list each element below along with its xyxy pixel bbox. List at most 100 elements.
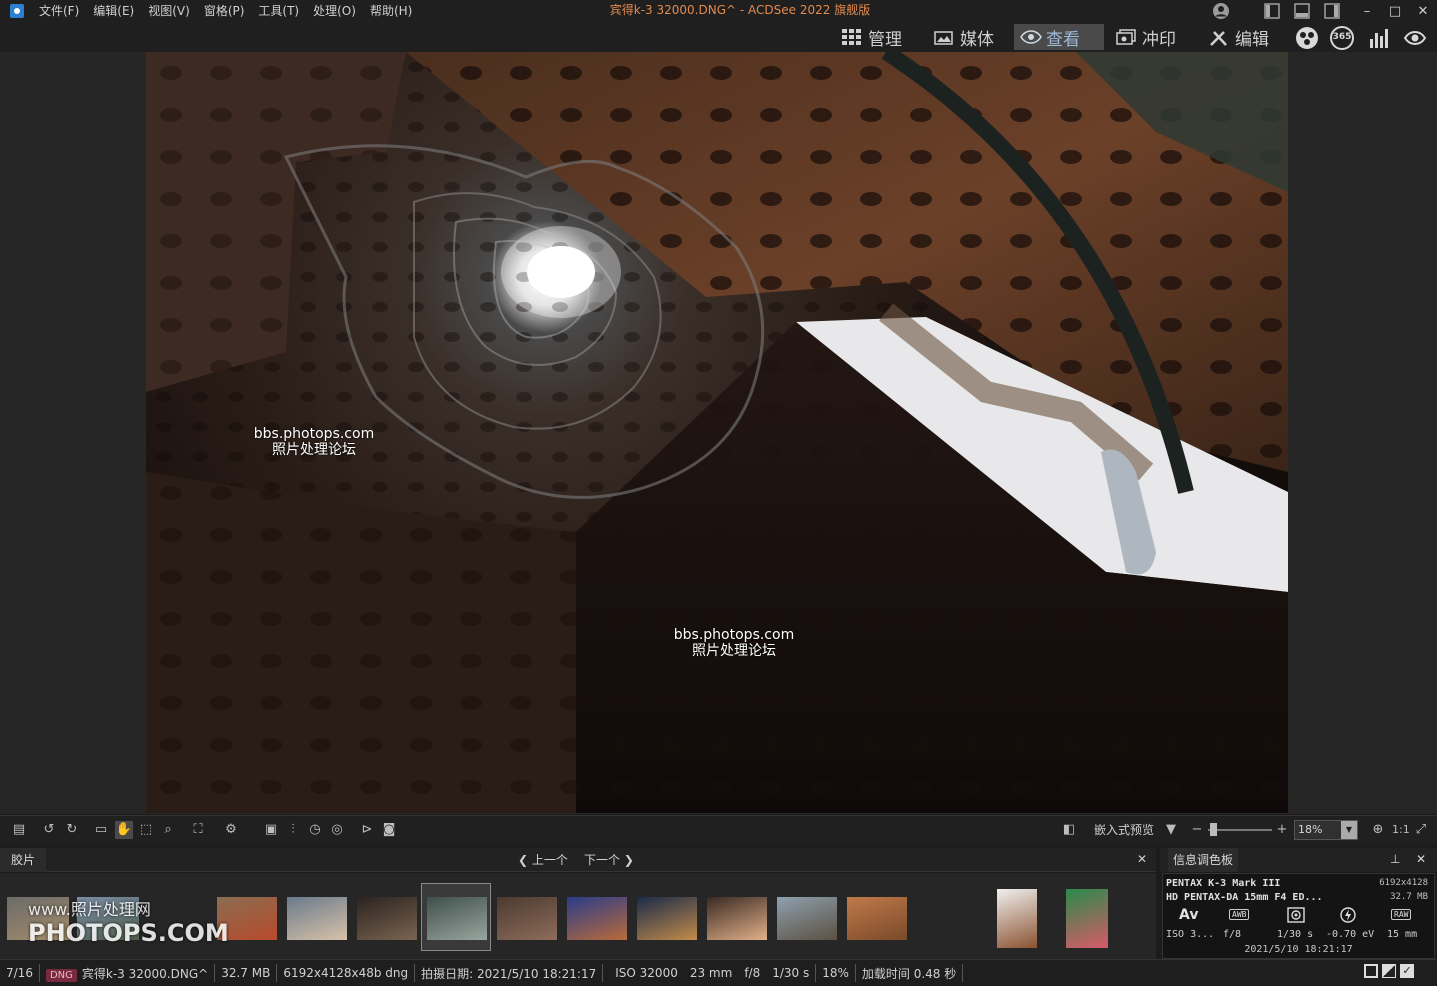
close-button[interactable]: ✕	[1409, 4, 1437, 19]
mode-media[interactable]: 媒体	[928, 24, 1004, 50]
filmstrip-thumbnail[interactable]	[427, 897, 487, 940]
prev-button[interactable]: ❮ 上一个	[518, 852, 568, 868]
split-view-icon[interactable]: ◧	[1060, 821, 1078, 839]
menu-pane[interactable]: 窗格(P)	[197, 0, 252, 22]
check-icon[interactable]: ✓	[1400, 964, 1414, 978]
maximize-button[interactable]: □	[1381, 4, 1409, 19]
status-file: DNG 宾得k-3 32000.DNG^	[40, 965, 214, 982]
layout-right-icon[interactable]	[1323, 2, 1341, 20]
filmstrip-thumbnail[interactable]	[1066, 889, 1108, 948]
mode-develop[interactable]: 冲印	[1110, 24, 1186, 50]
rotate-left-icon[interactable]: ↺	[40, 821, 58, 839]
focus-icon[interactable]: ◎	[328, 821, 346, 839]
mode-view[interactable]: 查看	[1014, 24, 1104, 50]
fit-screen-icon[interactable]: ⛶	[189, 821, 207, 839]
layout-left-icon[interactable]	[1263, 2, 1281, 20]
filmstrip-tab[interactable]: 胶片	[0, 848, 46, 872]
status-bar: 7/16 DNG 宾得k-3 32000.DNG^ 32.7 MB 6192x41…	[0, 959, 1437, 986]
info-palette-title: 信息调色板	[1168, 848, 1239, 872]
info-palette-close-button[interactable]: ✕	[1416, 852, 1426, 866]
visibility-icon[interactable]	[1402, 25, 1428, 51]
zoom-tool-icon[interactable]: ⌕	[159, 821, 177, 839]
image-info-icon[interactable]: ▣	[262, 821, 280, 839]
filmstrip-thumbnail[interactable]	[357, 897, 417, 940]
lens-model: HD PENTAX-DA 15mm F4 ED...	[1166, 892, 1323, 903]
menu-file[interactable]: 文件(F)	[32, 0, 86, 22]
mode-edit[interactable]: 编辑	[1203, 24, 1279, 50]
compare-icon[interactable]	[1382, 964, 1396, 978]
fullscreen-icon[interactable]: ⤢	[1412, 821, 1430, 839]
rotate-right-icon[interactable]: ↻	[63, 821, 81, 839]
adjust-icon[interactable]: ⫶	[284, 821, 302, 839]
zoom-dropdown-icon[interactable]: ▼	[1341, 821, 1357, 839]
layout-bottom-icon[interactable]	[1293, 2, 1311, 20]
filmstrip-thumbnail[interactable]	[497, 897, 557, 940]
filmstrip-thumbnail[interactable]	[567, 897, 627, 940]
pin-icon[interactable]: ⊥	[1390, 852, 1400, 866]
filmstrip-thumbnail[interactable]	[777, 897, 837, 940]
raw-badge: RAW	[1391, 909, 1412, 920]
actual-size-button[interactable]: 1:1	[1392, 821, 1410, 839]
menu-edit[interactable]: 编辑(E)	[86, 0, 141, 22]
zoom-select-value: 18%	[1298, 823, 1323, 836]
hand-tool-icon[interactable]: ✋	[115, 821, 133, 839]
filmstrip-thumbnail[interactable]	[287, 897, 347, 940]
white-balance-badge: AWB	[1229, 909, 1250, 920]
info-iso: ISO 3...	[1166, 929, 1215, 940]
menu-help[interactable]: 帮助(H)	[363, 0, 419, 22]
develop-icon	[1116, 29, 1136, 45]
embedded-preview-label[interactable]: 嵌入式预览	[1094, 821, 1154, 839]
next-label: 下一个	[584, 853, 621, 867]
select-icon[interactable]: ▭	[92, 821, 110, 839]
dashboard-icon[interactable]	[1294, 25, 1320, 51]
single-view-icon[interactable]	[1364, 964, 1378, 978]
minimize-button[interactable]: –	[1353, 4, 1381, 19]
chevron-down-icon[interactable]: ▼	[1162, 821, 1180, 839]
menu-process[interactable]: 处理(O)	[306, 0, 363, 22]
mode-view-label: 查看	[1046, 29, 1080, 50]
info-ev: -0.70 eV	[1326, 929, 1375, 940]
menu-bar: 文件(F) 编辑(E) 视图(V) 窗格(P) 工具(T) 处理(O) 帮助(H…	[0, 0, 419, 22]
filmstrip-thumbnail[interactable]	[637, 897, 697, 940]
menu-tools[interactable]: 工具(T)	[251, 0, 306, 22]
info-date: 2021/5/10 18:21:17	[1244, 944, 1353, 955]
site-watermark: www.照片处理网 PHOTOPS.COM	[28, 900, 229, 946]
info-focal: 15 mm	[1387, 929, 1418, 940]
status-dimensions: 6192x4128x48b dng	[283, 966, 409, 980]
clock-icon[interactable]: ◷	[306, 821, 324, 839]
main-photo[interactable]: bbs.photops.com 照片处理论坛 bbs.photops.com 照…	[146, 52, 1288, 813]
zoom-slider[interactable]	[1208, 829, 1272, 831]
statistics-icon[interactable]	[1366, 25, 1392, 51]
app-icon[interactable]	[10, 4, 24, 18]
next-button[interactable]: 下一个 ❯	[584, 852, 634, 868]
marquee-icon[interactable]: ⬚	[137, 821, 155, 839]
filmstrip-thumbnail[interactable]	[847, 897, 907, 940]
user-icon[interactable]	[1212, 2, 1230, 20]
status-date: 拍摄日期: 2021/5/10 18:21:17	[421, 966, 597, 981]
zoom-lens-icon[interactable]: ⊕	[1369, 821, 1387, 839]
settings-icon[interactable]: ⚙	[222, 821, 240, 839]
watermark-2-text: 照片处理论坛	[692, 643, 776, 659]
status-shutter: 1/30 s	[772, 966, 810, 980]
filmstrip-close-button[interactable]: ✕	[1137, 852, 1147, 866]
zoom-select[interactable]: 18% ▼	[1294, 820, 1358, 840]
mode-manage[interactable]: 管理	[836, 24, 912, 50]
batch-icon[interactable]: ▤	[10, 821, 28, 839]
status-tools: ✓	[1364, 963, 1430, 981]
filmstrip-thumbnail[interactable]	[997, 889, 1037, 948]
filmstrip-thumbnail[interactable]	[707, 897, 767, 940]
info-palette-header: 信息调色板 ⊥ ✕	[1160, 848, 1437, 872]
menu-view[interactable]: 视图(V)	[141, 0, 197, 22]
zoom-in-icon[interactable]: +	[1273, 821, 1291, 839]
acdsee-365-icon[interactable]: 365	[1329, 25, 1355, 51]
zoom-out-icon[interactable]: −	[1188, 821, 1206, 839]
info-aperture: f/8	[1223, 929, 1242, 940]
camera-icon[interactable]: ◙	[380, 821, 398, 839]
watermark-1-text: 照片处理论坛	[272, 442, 356, 458]
mode-edit-label: 编辑	[1235, 29, 1269, 50]
slideshow-icon[interactable]: ⊳	[358, 821, 376, 839]
exposure-mode: Av	[1179, 907, 1199, 923]
zoom-slider-handle[interactable]	[1210, 823, 1217, 836]
acdsee-365-label: 365	[1332, 32, 1352, 42]
mode-media-label: 媒体	[960, 29, 994, 50]
